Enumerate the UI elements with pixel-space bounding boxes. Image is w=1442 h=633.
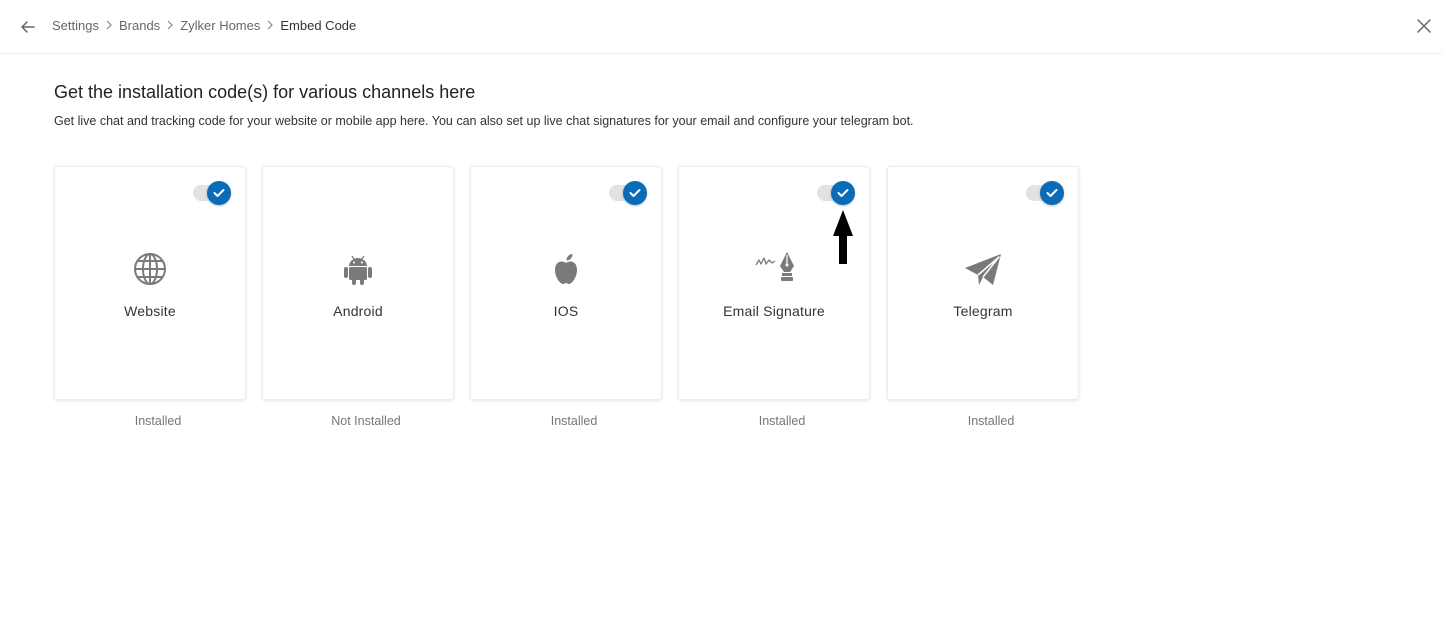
email-signature-status: Installed <box>758 414 806 428</box>
arrow-up-icon <box>833 210 853 264</box>
channel-ios: IOS Installed <box>470 166 662 428</box>
ios-status: Installed <box>550 414 598 428</box>
page-title: Get the installation code(s) for various… <box>54 82 476 102</box>
email-signature-toggle[interactable] <box>817 181 855 205</box>
telegram-card[interactable]: Telegram <box>887 166 1079 400</box>
android-icon <box>344 255 372 285</box>
android-label: Android <box>333 303 383 319</box>
close-icon[interactable] <box>1414 16 1434 36</box>
website-card[interactable]: Website <box>54 166 246 400</box>
page-subtitle: Get live chat and tracking code for your… <box>54 114 914 128</box>
breadcrumb-brands[interactable]: Brands <box>119 18 160 33</box>
check-icon <box>831 181 855 205</box>
breadcrumb-settings[interactable]: Settings <box>52 18 99 33</box>
channel-android: Android Not Installed <box>262 166 454 428</box>
telegram-toggle[interactable] <box>1026 181 1064 205</box>
breadcrumb-embed-code: Embed Code <box>280 18 357 33</box>
website-label: Website <box>124 303 176 319</box>
telegram-label: Telegram <box>953 303 1013 319</box>
chevron-right-icon <box>163 18 177 33</box>
apple-icon <box>555 254 577 284</box>
arrow-left-icon[interactable] <box>18 17 38 37</box>
breadcrumb-zylker-homes[interactable]: Zylker Homes <box>180 18 260 33</box>
chevron-right-icon <box>263 18 277 33</box>
paper-plane-icon <box>965 254 1001 285</box>
channel-telegram: Telegram Installed <box>887 166 1079 428</box>
telegram-status: Installed <box>967 414 1015 428</box>
globe-icon <box>134 253 166 285</box>
android-status: Not Installed <box>331 414 401 428</box>
breadcrumb: Settings Brands Zylker Homes Embed Code <box>52 18 356 33</box>
email-signature-card[interactable]: Email Signature <box>678 166 870 400</box>
website-toggle[interactable] <box>193 181 231 205</box>
check-icon <box>623 181 647 205</box>
check-icon <box>1040 181 1064 205</box>
email-signature-label: Email Signature <box>723 303 825 319</box>
ios-toggle[interactable] <box>609 181 647 205</box>
channel-website: Website Installed <box>54 166 246 428</box>
top-bar: Settings Brands Zylker Homes Embed Code <box>0 0 1442 54</box>
website-status: Installed <box>134 414 182 428</box>
pen-signature-icon <box>755 252 794 281</box>
channel-email-signature: Email Signature Installed <box>678 166 870 428</box>
ios-card[interactable]: IOS <box>470 166 662 400</box>
android-card[interactable]: Android <box>262 166 454 400</box>
ios-label: IOS <box>553 303 579 319</box>
check-icon <box>207 181 231 205</box>
chevron-right-icon <box>102 18 116 33</box>
